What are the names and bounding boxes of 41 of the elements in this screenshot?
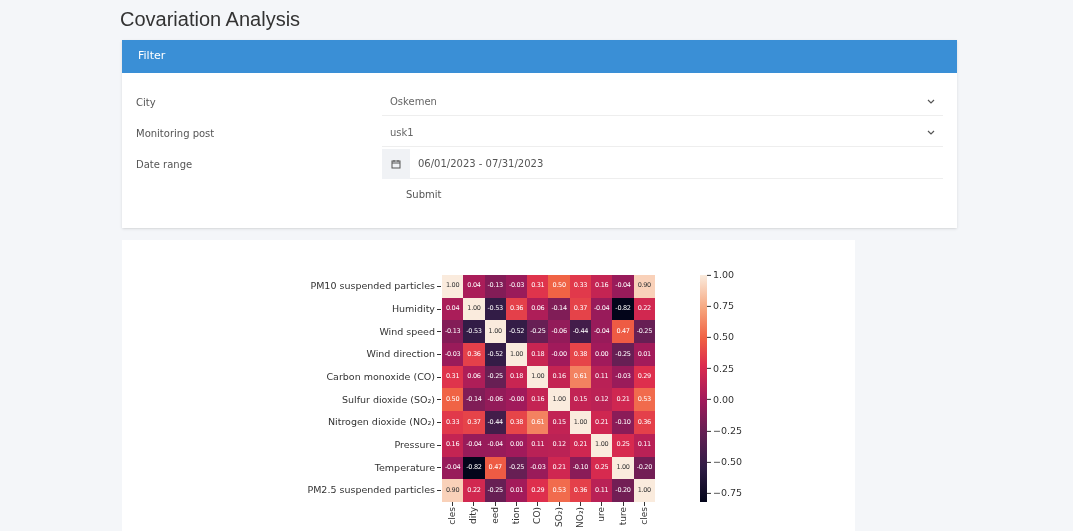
row-label: PM2.5 suspended particles — [307, 483, 435, 498]
filter-title: Filter — [138, 48, 166, 65]
colorbar-tick-label: −0.25 — [712, 423, 743, 438]
field-label: City — [135, 95, 157, 110]
row-label: Nitrogen dioxide (NO₂) — [327, 415, 435, 430]
page-title: Covariation Analysis — [120, 7, 301, 32]
row-label: Wind direction — [366, 347, 435, 362]
colorbar-tick-label: 0.00 — [712, 392, 735, 407]
column-label: cles — [448, 506, 458, 525]
row-label: Temperature — [374, 460, 435, 475]
field-label: Monitoring post — [135, 126, 216, 141]
colorbar-tick-label: −0.50 — [712, 454, 743, 469]
field-label: Date range — [135, 157, 194, 172]
row-label: Sulfur dioxide (SO₂) — [341, 392, 435, 407]
colorbar-tick-label: −0.75 — [712, 486, 743, 501]
colorbar-tick-label: 1.00 — [712, 267, 735, 282]
submit-button[interactable]: Submit — [396, 182, 452, 206]
colorbar-tick-label: 0.75 — [712, 299, 735, 314]
column-label: ture — [618, 506, 628, 526]
date-range-field[interactable]: 06/01/2023 - 07/31/2023 — [410, 149, 943, 179]
row-label: Carbon monoxide (CO) — [326, 369, 435, 384]
calendar-icon — [391, 159, 401, 169]
column-label: tion — [512, 506, 522, 525]
row-label: PM10 suspended particles — [310, 279, 435, 294]
calendar-button[interactable] — [382, 149, 410, 179]
column-label: eed — [490, 506, 500, 524]
column-label: NO₂) — [575, 506, 585, 528]
row-label: Wind speed — [379, 324, 435, 339]
chevron-down-icon — [927, 130, 935, 135]
column-label: cles — [639, 506, 649, 525]
column-label: SO₂) — [554, 506, 564, 527]
select-field[interactable]: usk1 — [382, 119, 943, 147]
row-label: Pressure — [394, 438, 435, 453]
colorbar-tick-label: 0.25 — [712, 361, 735, 376]
row-label: Humidity — [391, 301, 435, 316]
column-label: ure — [597, 506, 607, 522]
column-label: dity — [469, 506, 479, 524]
colorbar-tick-label: 0.50 — [712, 330, 735, 345]
select-field[interactable]: Oskemen — [382, 88, 943, 116]
column-label: CO) — [533, 506, 543, 524]
chevron-down-icon — [927, 99, 935, 104]
